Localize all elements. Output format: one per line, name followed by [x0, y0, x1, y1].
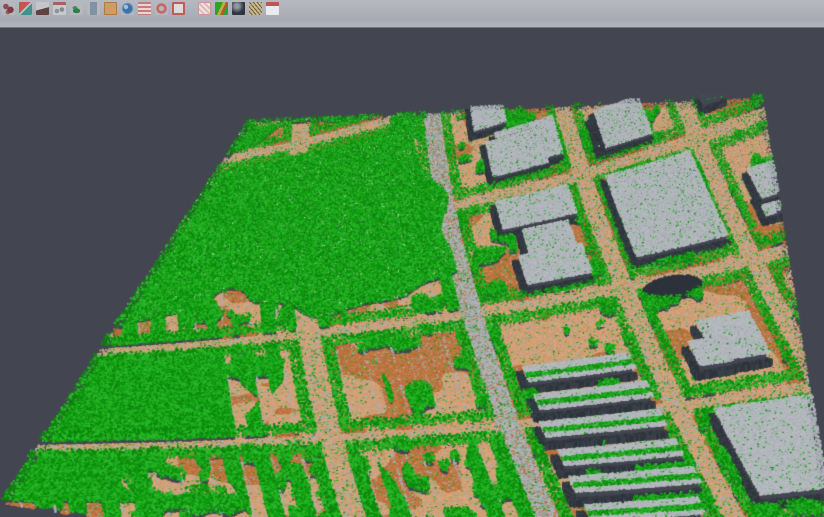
application-window	[0, 0, 824, 517]
list-red-icon[interactable]	[138, 2, 151, 15]
toolbar-separator	[0, 21, 824, 28]
contour-map-icon[interactable]	[249, 2, 262, 15]
swap-colors-icon[interactable]	[19, 2, 32, 15]
3d-viewport[interactable]	[0, 28, 824, 517]
selection-brackets-icon[interactable]	[172, 2, 185, 15]
terrain-model-icon[interactable]	[36, 2, 49, 15]
main-toolbar	[0, 0, 824, 21]
vegetation-class-icon[interactable]	[70, 2, 83, 15]
checkerboard-icon[interactable]	[198, 2, 211, 15]
histogram-icon[interactable]	[53, 2, 66, 15]
classification-samples-icon[interactable]	[2, 2, 15, 15]
classification-map-icon[interactable]	[215, 2, 228, 15]
sphere-icon[interactable]	[232, 2, 245, 15]
water-column-icon[interactable]	[87, 2, 100, 15]
viewport-container	[0, 28, 824, 517]
globe-icon[interactable]	[121, 2, 134, 15]
target-ring-icon[interactable]	[155, 2, 168, 15]
flag-icon[interactable]	[266, 2, 279, 15]
ground-class-icon[interactable]	[104, 2, 117, 15]
